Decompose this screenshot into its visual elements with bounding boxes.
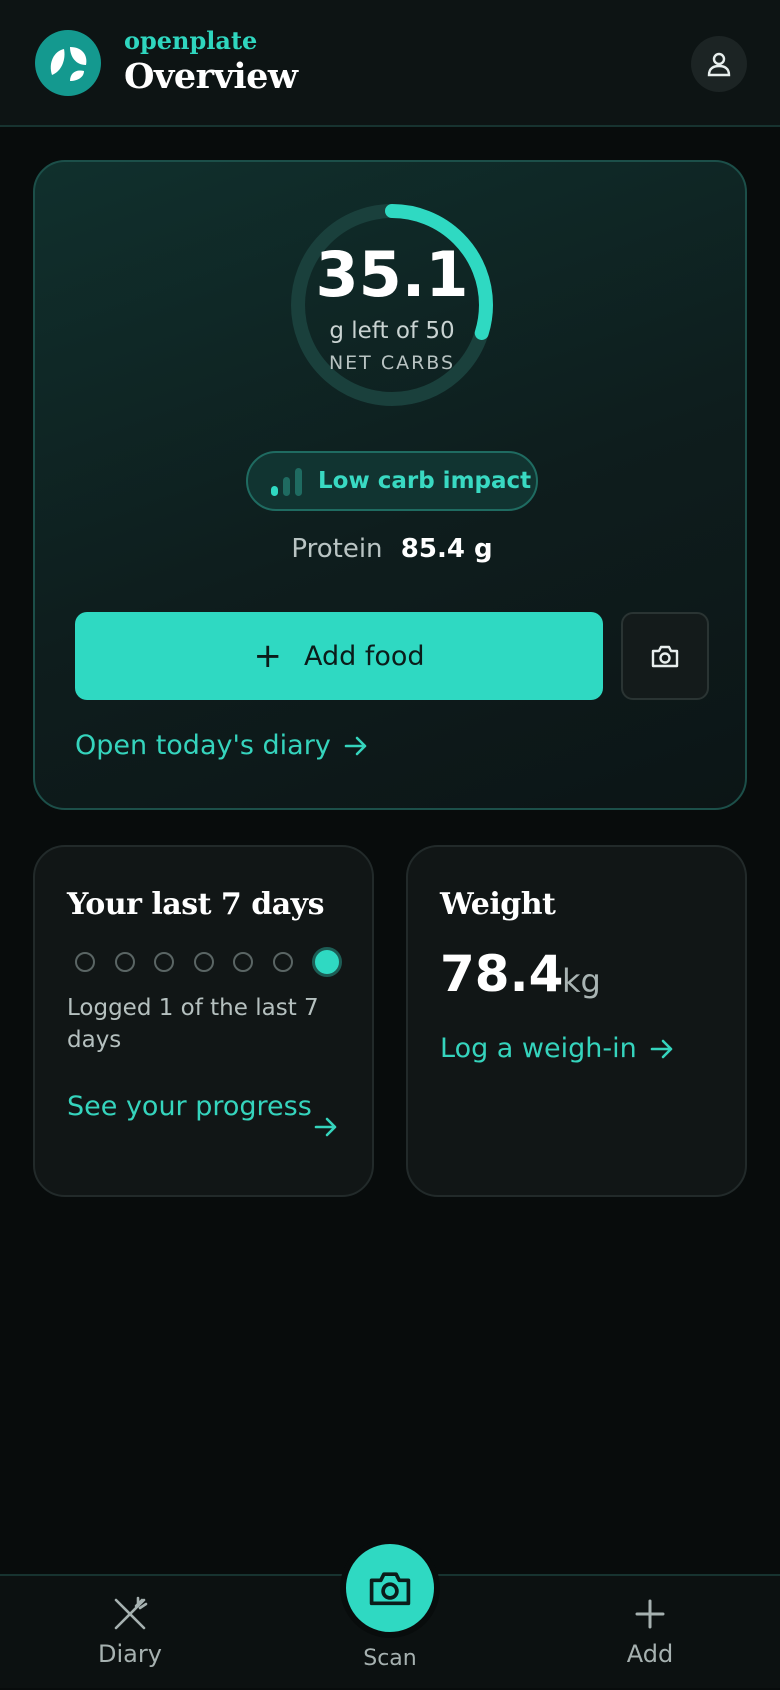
log-weigh-in-link[interactable]: Log a weigh-in bbox=[440, 1033, 675, 1064]
nav-diary-label: Diary bbox=[98, 1640, 162, 1668]
protein-summary: Protein 85.4 g bbox=[35, 534, 749, 564]
brand-name: openplate bbox=[124, 26, 258, 55]
scan-food-button[interactable] bbox=[621, 612, 709, 700]
net-carbs-left-value: 35.1 bbox=[315, 238, 469, 311]
last-7-days-card: Your last 7 days Logged 1 of the last 7 … bbox=[33, 845, 374, 1197]
net-carbs-card: 35.1 g left of 50 NET CARBS Low carb imp… bbox=[33, 160, 747, 810]
arrow-right-icon bbox=[314, 1117, 337, 1137]
day-dot bbox=[272, 952, 293, 972]
plus-icon bbox=[635, 1599, 665, 1629]
protein-value: 85.4 g bbox=[400, 534, 493, 564]
arrow-right-icon bbox=[650, 1039, 673, 1058]
day-dot bbox=[114, 952, 135, 972]
day-dots bbox=[75, 947, 342, 977]
day-dot bbox=[154, 952, 174, 972]
profile-button[interactable] bbox=[691, 36, 747, 92]
carb-impact-badge: Low carb impact bbox=[246, 451, 538, 511]
add-food-label: Add food bbox=[303, 640, 425, 672]
weight-card: Weight 78.4 kg Log a weigh-in bbox=[406, 845, 747, 1197]
nav-add[interactable]: Add bbox=[580, 1576, 720, 1690]
page-title: Overview bbox=[124, 56, 298, 97]
see-progress-link[interactable]: See your progress bbox=[67, 1087, 327, 1127]
plus-icon: + bbox=[253, 636, 282, 676]
arrow-right-icon bbox=[344, 736, 367, 755]
day-dot bbox=[193, 952, 214, 972]
openplate-logo bbox=[35, 30, 101, 96]
nav-scan-button[interactable] bbox=[340, 1538, 440, 1638]
nav-diary[interactable]: Diary bbox=[60, 1576, 200, 1690]
signal-bars-icon bbox=[271, 468, 302, 496]
fork-knife-icon bbox=[114, 1596, 148, 1630]
day-dot bbox=[75, 952, 95, 972]
last-7-days-title: Your last 7 days bbox=[67, 887, 324, 922]
carb-impact-label: Low carb impact bbox=[318, 468, 532, 494]
nav-add-label: Add bbox=[626, 1640, 674, 1668]
weight-value: 78.4 bbox=[440, 945, 564, 1003]
open-diary-label: Open today's diary bbox=[75, 730, 331, 761]
net-carbs-goal-text: g left of 50 bbox=[329, 318, 455, 344]
camera-icon bbox=[369, 1572, 411, 1606]
log-weigh-in-label: Log a weigh-in bbox=[440, 1033, 637, 1064]
weight-unit: kg bbox=[562, 962, 601, 1000]
add-food-button[interactable]: + Add food bbox=[75, 612, 603, 700]
top-bar: openplate Overview bbox=[0, 0, 780, 127]
open-diary-link[interactable]: Open today's diary bbox=[75, 730, 369, 761]
logged-days-text: Logged 1 of the last 7 days bbox=[67, 995, 319, 1053]
day-dot bbox=[233, 952, 253, 972]
weight-title: Weight bbox=[440, 887, 556, 922]
nav-scan-label: Scan bbox=[363, 1646, 417, 1671]
camera-icon bbox=[651, 645, 679, 668]
protein-label: Protein bbox=[291, 534, 383, 564]
net-carbs-label: NET CARBS bbox=[328, 352, 456, 374]
user-icon bbox=[707, 52, 731, 77]
net-carbs-ring: 35.1 g left of 50 NET CARBS bbox=[287, 200, 497, 410]
day-dot-today bbox=[312, 947, 342, 977]
